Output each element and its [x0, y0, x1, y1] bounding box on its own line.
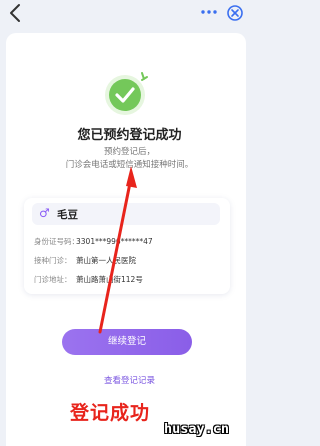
clinic-value: 萧山第一人民医院 [76, 256, 136, 265]
top-bar [0, 0, 259, 30]
success-check-icon [105, 72, 148, 115]
chevron-left-icon[interactable] [6, 2, 26, 24]
address-value: 萧山路萧山街112号 [76, 275, 143, 284]
annotation-caption: 登记成功 [70, 402, 151, 424]
site-watermark: husay.cn [164, 421, 230, 437]
success-title: 您已预约登记成功 [77, 128, 182, 143]
ellipsis-icon[interactable] [200, 4, 218, 20]
continue-register-button[interactable]: 继续登记 [62, 329, 192, 355]
male-icon: ♂ [39, 206, 50, 220]
view-records-link[interactable]: 查看登记记录 [0, 374, 259, 386]
address-row: 门诊地址： 萧山路萧山街112号 [34, 274, 143, 285]
id-label: 身份证号码： [34, 237, 79, 246]
patient-name: 毛豆 [57, 209, 78, 221]
patient-name-row: ♂ 毛豆 [32, 203, 220, 225]
address-label: 门诊地址： [34, 275, 72, 284]
success-note-line2: 门诊会电话或短信通知接种时间。 [65, 160, 194, 170]
clinic-row: 接种门诊： 萧山第一人民医院 [34, 255, 136, 266]
close-circle-icon[interactable] [226, 4, 244, 22]
id-value: 3301***996******47 [76, 237, 153, 246]
clinic-label: 接种门诊： [34, 256, 72, 265]
id-row: 身份证号码：3301***996******47 [34, 236, 153, 247]
success-note-line1: 预约登记后， [103, 147, 155, 157]
patient-info-card: ♂ 毛豆 身份证号码：3301***996******47 接种门诊： 萧山第一人… [24, 198, 230, 294]
